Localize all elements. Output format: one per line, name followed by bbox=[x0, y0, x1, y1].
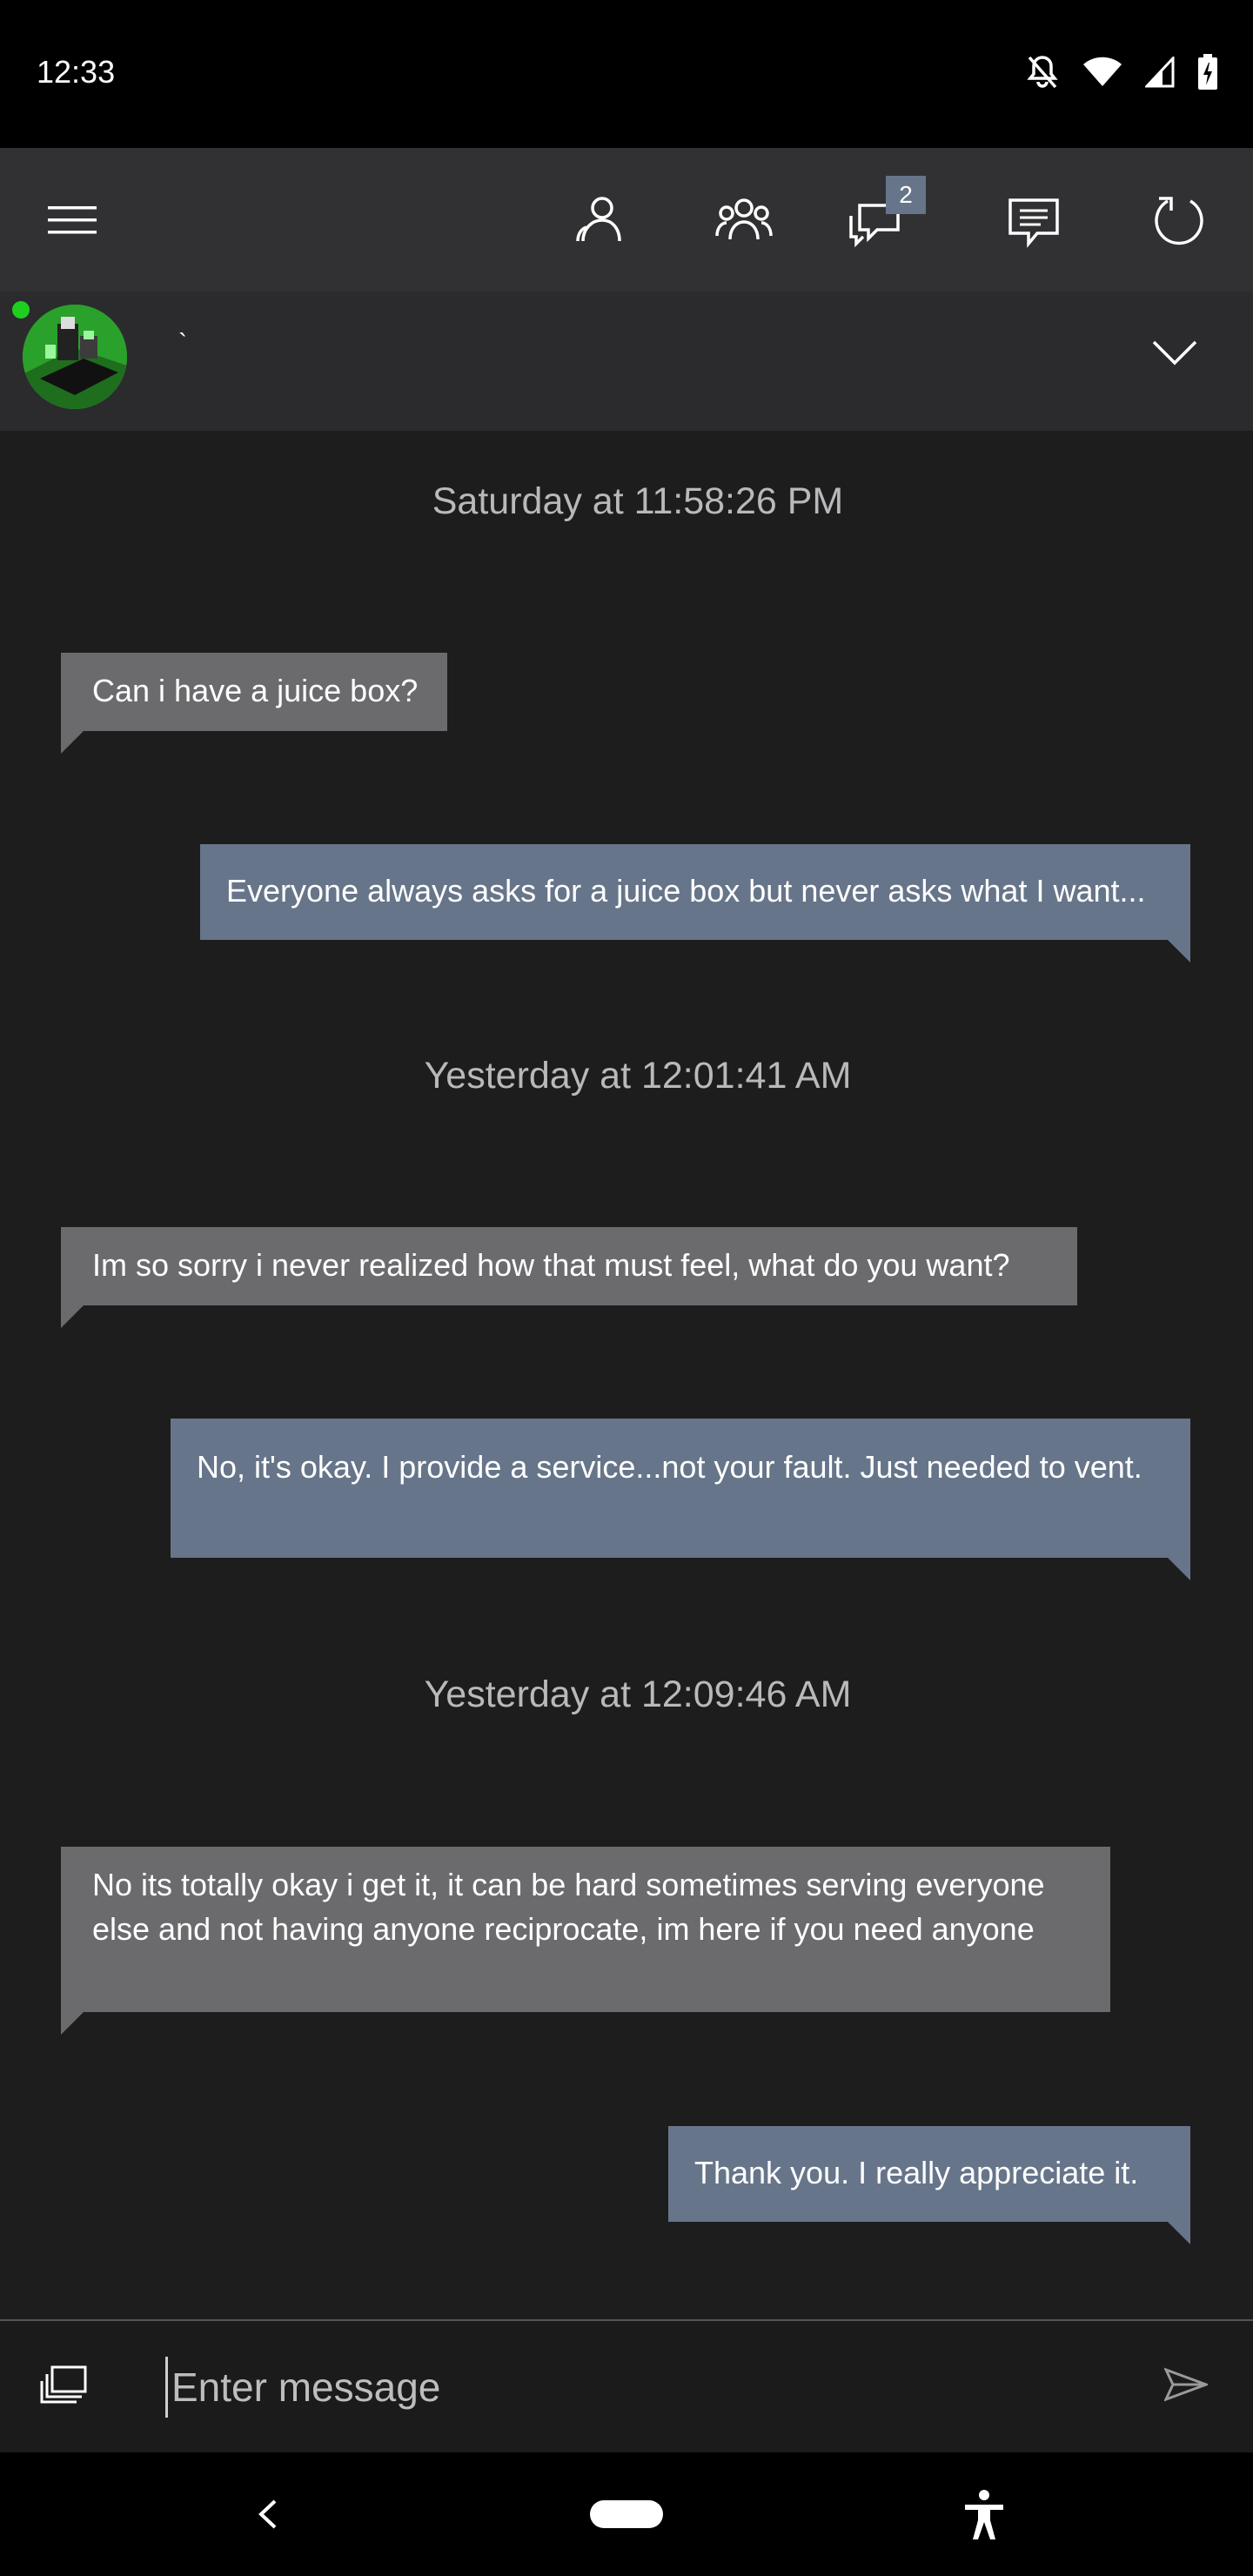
status-time: 12:33 bbox=[37, 54, 116, 90]
friends-icon[interactable] bbox=[570, 191, 627, 249]
message-timestamp: Yesterday at 12:09:46 AM bbox=[424, 1674, 852, 1715]
menu-icon[interactable] bbox=[44, 191, 101, 249]
status-bar: 12:33 bbox=[0, 0, 1253, 148]
send-icon[interactable] bbox=[1163, 2367, 1210, 2406]
message-input[interactable] bbox=[165, 2357, 1122, 2418]
outgoing-message[interactable]: Thank you. I really appreciate it. bbox=[668, 2126, 1190, 2222]
outgoing-message[interactable]: No, it's okay. I provide a service...not… bbox=[171, 1419, 1190, 1558]
conversation-count-badge: 2 bbox=[886, 176, 926, 214]
outgoing-message[interactable]: Everyone always asks for a juice box but… bbox=[200, 844, 1190, 940]
home-button[interactable] bbox=[590, 2500, 663, 2528]
wifi-icon bbox=[1082, 57, 1122, 92]
contact-name[interactable]: ` bbox=[178, 329, 187, 359]
outgoing-message-tail bbox=[1166, 1556, 1190, 1580]
party-icon[interactable] bbox=[715, 191, 773, 249]
incoming-message[interactable]: Can i have a juice box? bbox=[61, 653, 447, 731]
incoming-message-tail bbox=[61, 2010, 85, 2035]
message-timestamp: Saturday at 11:58:26 PM bbox=[432, 480, 844, 522]
outgoing-message-tail bbox=[1166, 2220, 1190, 2244]
message-timestamp: Yesterday at 12:01:41 AM bbox=[424, 1055, 852, 1097]
online-status-indicator bbox=[12, 301, 30, 319]
incoming-message[interactable]: No its totally okay i get it, it can be … bbox=[61, 1847, 1110, 2012]
attach-icon[interactable] bbox=[40, 2364, 89, 2410]
notifications-off-icon bbox=[1025, 54, 1060, 95]
refresh-icon[interactable] bbox=[1150, 191, 1208, 249]
accessibility-icon[interactable] bbox=[962, 2489, 1006, 2546]
signal-icon bbox=[1143, 55, 1175, 92]
contact-avatar[interactable] bbox=[23, 305, 127, 409]
incoming-message-tail bbox=[61, 729, 85, 754]
incoming-message-tail bbox=[61, 1304, 85, 1328]
chevron-down-icon[interactable] bbox=[1149, 335, 1201, 370]
outgoing-message-tail bbox=[1166, 938, 1190, 963]
incoming-message[interactable]: Im so sorry i never realized how that mu… bbox=[61, 1227, 1077, 1305]
status-icons bbox=[1025, 54, 1218, 95]
back-icon[interactable] bbox=[252, 2498, 284, 2535]
battery-icon bbox=[1197, 54, 1218, 95]
messages-icon[interactable] bbox=[1005, 193, 1062, 251]
conversation-header bbox=[0, 292, 1253, 431]
